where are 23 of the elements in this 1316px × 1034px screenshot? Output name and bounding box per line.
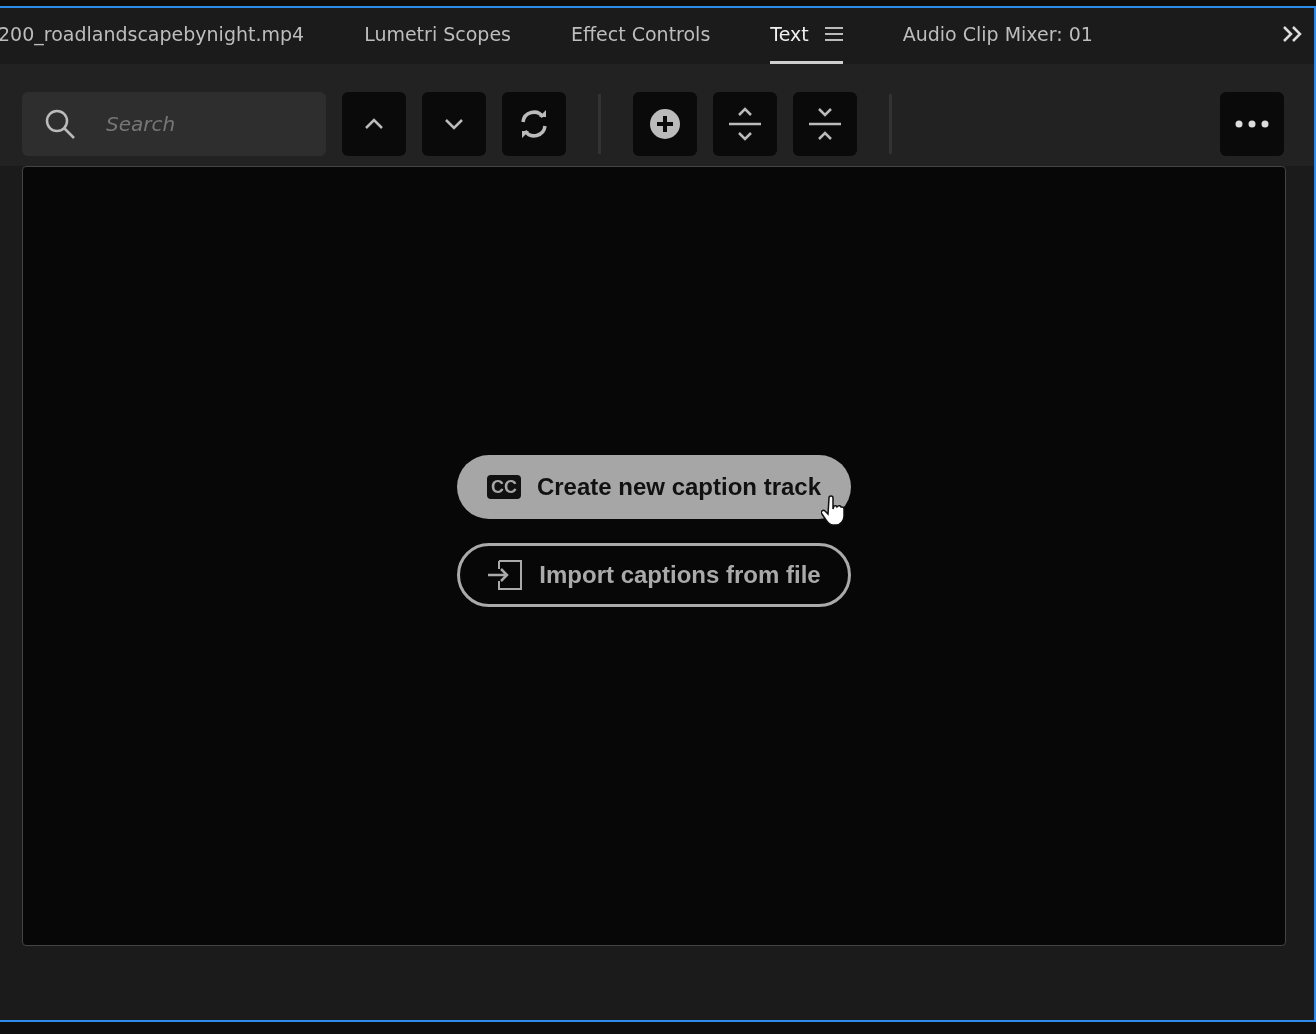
import-captions-button[interactable]: Import captions from file — [457, 543, 851, 607]
overflow-chevrons-icon[interactable] — [1282, 26, 1302, 42]
hand-pointer-icon — [821, 495, 845, 527]
panel-tab[interactable]: Effect Controls — [571, 8, 711, 64]
plus-circle-icon — [649, 108, 681, 140]
search-icon — [44, 108, 76, 140]
collapse-button[interactable] — [793, 92, 857, 156]
refresh-button[interactable] — [502, 92, 566, 156]
expand-icon — [728, 107, 762, 141]
search-field[interactable]: Search — [22, 92, 326, 156]
more-options-button[interactable] — [1220, 92, 1284, 156]
panel-tab[interactable]: Lumetri Scopes — [364, 8, 511, 64]
chevron-down-icon — [444, 118, 464, 130]
expand-button[interactable] — [713, 92, 777, 156]
chevron-up-icon — [364, 118, 384, 130]
import-icon — [487, 560, 524, 590]
add-button[interactable] — [633, 92, 697, 156]
caption-badge: CC — [486, 475, 521, 499]
panel-tab[interactable]: 200_roadlandscapebynight.mp4 — [0, 8, 305, 64]
panel-tab[interactable]: Audio Clip Mixer: 01 — [902, 8, 1093, 64]
menu-icon[interactable] — [824, 26, 843, 41]
collapse-icon — [808, 107, 842, 141]
ellipsis-icon — [1235, 120, 1269, 128]
